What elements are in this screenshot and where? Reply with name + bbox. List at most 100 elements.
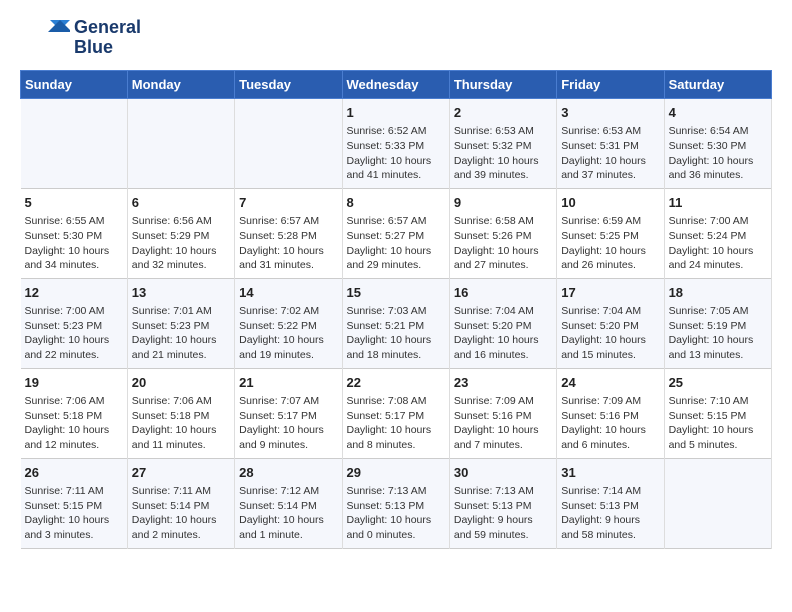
day-info: Sunrise: 7:06 AM Sunset: 5:18 PM Dayligh… [132,394,230,453]
calendar-cell: 25 Sunrise: 7:10 AM Sunset: 5:15 PM Dayli… [664,368,771,458]
day-info: Sunrise: 6:53 AM Sunset: 5:31 PM Dayligh… [561,124,659,183]
calendar-cell: 23 Sunrise: 7:09 AM Sunset: 5:16 PM Dayli… [449,368,556,458]
day-info: Sunrise: 7:06 AM Sunset: 5:18 PM Dayligh… [25,394,123,453]
day-info: Sunrise: 7:11 AM Sunset: 5:14 PM Dayligh… [132,484,230,543]
calendar-cell: 14 Sunrise: 7:02 AM Sunset: 5:22 PM Dayli… [235,278,342,368]
calendar-week-2: 5 Sunrise: 6:55 AM Sunset: 5:30 PM Daylig… [21,188,772,278]
day-number: 3 [561,104,659,122]
header-friday: Friday [557,71,664,99]
day-number: 8 [347,194,445,212]
logo-blue: Blue [74,38,141,58]
calendar-cell: 16 Sunrise: 7:04 AM Sunset: 5:20 PM Dayli… [449,278,556,368]
day-info: Sunrise: 7:13 AM Sunset: 5:13 PM Dayligh… [347,484,445,543]
header-wednesday: Wednesday [342,71,449,99]
calendar-week-5: 26Sunrise: 7:11 AM Sunset: 5:15 PM Dayli… [21,458,772,548]
calendar-cell: 6 Sunrise: 6:56 AM Sunset: 5:29 PM Daylig… [127,188,234,278]
calendar-cell: 27 Sunrise: 7:11 AM Sunset: 5:14 PM Dayli… [127,458,234,548]
logo-svg [20,16,70,60]
day-info: Sunrise: 6:58 AM Sunset: 5:26 PM Dayligh… [454,214,552,273]
calendar-cell: 30Sunrise: 7:13 AM Sunset: 5:13 PM Dayli… [449,458,556,548]
calendar-cell: 29 Sunrise: 7:13 AM Sunset: 5:13 PM Dayli… [342,458,449,548]
day-number: 2 [454,104,552,122]
day-info: Sunrise: 7:02 AM Sunset: 5:22 PM Dayligh… [239,304,337,363]
day-info: Sunrise: 7:09 AM Sunset: 5:16 PM Dayligh… [454,394,552,453]
day-number: 4 [669,104,767,122]
logo-general: General [74,18,141,38]
day-info: Sunrise: 6:57 AM Sunset: 5:27 PM Dayligh… [347,214,445,273]
day-info: Sunrise: 7:01 AM Sunset: 5:23 PM Dayligh… [132,304,230,363]
day-info: Sunrise: 7:04 AM Sunset: 5:20 PM Dayligh… [561,304,659,363]
calendar-cell: 15Sunrise: 7:03 AM Sunset: 5:21 PM Dayli… [342,278,449,368]
day-info: Sunrise: 7:00 AM Sunset: 5:24 PM Dayligh… [669,214,767,273]
calendar-cell: 19Sunrise: 7:06 AM Sunset: 5:18 PM Dayli… [21,368,128,458]
header-tuesday: Tuesday [235,71,342,99]
day-info: Sunrise: 6:56 AM Sunset: 5:29 PM Dayligh… [132,214,230,273]
page-header: GeneralBlue [20,16,772,60]
header-monday: Monday [127,71,234,99]
day-info: Sunrise: 7:04 AM Sunset: 5:20 PM Dayligh… [454,304,552,363]
day-number: 6 [132,194,230,212]
day-number: 26 [25,464,123,482]
calendar-week-1: 1 Sunrise: 6:52 AM Sunset: 5:33 PM Daylig… [21,99,772,189]
day-number: 29 [347,464,445,482]
header-sunday: Sunday [21,71,128,99]
day-info: Sunrise: 7:10 AM Sunset: 5:15 PM Dayligh… [669,394,767,453]
calendar-cell: 2 Sunrise: 6:53 AM Sunset: 5:32 PM Daylig… [449,99,556,189]
day-number: 17 [561,284,659,302]
calendar-header-row: SundayMondayTuesdayWednesdayThursdayFrid… [21,71,772,99]
calendar-cell [235,99,342,189]
calendar-cell: 1 Sunrise: 6:52 AM Sunset: 5:33 PM Daylig… [342,99,449,189]
day-info: Sunrise: 6:52 AM Sunset: 5:33 PM Dayligh… [347,124,445,183]
day-number: 1 [347,104,445,122]
day-number: 28 [239,464,337,482]
calendar-week-3: 12Sunrise: 7:00 AM Sunset: 5:23 PM Dayli… [21,278,772,368]
calendar-cell: 17 Sunrise: 7:04 AM Sunset: 5:20 PM Dayli… [557,278,664,368]
day-number: 14 [239,284,337,302]
calendar-cell: 8 Sunrise: 6:57 AM Sunset: 5:27 PM Daylig… [342,188,449,278]
day-number: 10 [561,194,659,212]
calendar-cell: 20 Sunrise: 7:06 AM Sunset: 5:18 PM Dayli… [127,368,234,458]
calendar-cell: 11 Sunrise: 7:00 AM Sunset: 5:24 PM Dayli… [664,188,771,278]
day-info: Sunrise: 6:53 AM Sunset: 5:32 PM Dayligh… [454,124,552,183]
day-info: Sunrise: 6:59 AM Sunset: 5:25 PM Dayligh… [561,214,659,273]
calendar-cell: 22Sunrise: 7:08 AM Sunset: 5:17 PM Dayli… [342,368,449,458]
calendar-table: SundayMondayTuesdayWednesdayThursdayFrid… [20,70,772,549]
day-number: 9 [454,194,552,212]
day-number: 27 [132,464,230,482]
logo: GeneralBlue [20,16,141,60]
calendar-cell [127,99,234,189]
day-info: Sunrise: 6:57 AM Sunset: 5:28 PM Dayligh… [239,214,337,273]
day-info: Sunrise: 7:07 AM Sunset: 5:17 PM Dayligh… [239,394,337,453]
calendar-cell: 24 Sunrise: 7:09 AM Sunset: 5:16 PM Dayli… [557,368,664,458]
calendar-cell: 13 Sunrise: 7:01 AM Sunset: 5:23 PM Dayli… [127,278,234,368]
day-number: 31 [561,464,659,482]
day-number: 24 [561,374,659,392]
header-thursday: Thursday [449,71,556,99]
day-info: Sunrise: 7:09 AM Sunset: 5:16 PM Dayligh… [561,394,659,453]
day-info: Sunrise: 6:55 AM Sunset: 5:30 PM Dayligh… [25,214,123,273]
day-number: 20 [132,374,230,392]
calendar-cell: 5 Sunrise: 6:55 AM Sunset: 5:30 PM Daylig… [21,188,128,278]
day-info: Sunrise: 7:05 AM Sunset: 5:19 PM Dayligh… [669,304,767,363]
calendar-cell: 3 Sunrise: 6:53 AM Sunset: 5:31 PM Daylig… [557,99,664,189]
calendar-cell: 26Sunrise: 7:11 AM Sunset: 5:15 PM Dayli… [21,458,128,548]
calendar-cell: 28 Sunrise: 7:12 AM Sunset: 5:14 PM Dayli… [235,458,342,548]
day-number: 21 [239,374,337,392]
calendar-cell: 10 Sunrise: 6:59 AM Sunset: 5:25 PM Dayli… [557,188,664,278]
day-info: Sunrise: 6:54 AM Sunset: 5:30 PM Dayligh… [669,124,767,183]
calendar-week-4: 19Sunrise: 7:06 AM Sunset: 5:18 PM Dayli… [21,368,772,458]
day-number: 18 [669,284,767,302]
day-number: 11 [669,194,767,212]
day-info: Sunrise: 7:13 AM Sunset: 5:13 PM Dayligh… [454,484,552,543]
calendar-cell [664,458,771,548]
day-info: Sunrise: 7:12 AM Sunset: 5:14 PM Dayligh… [239,484,337,543]
day-info: Sunrise: 7:03 AM Sunset: 5:21 PM Dayligh… [347,304,445,363]
day-number: 25 [669,374,767,392]
day-number: 23 [454,374,552,392]
calendar-cell: 12Sunrise: 7:00 AM Sunset: 5:23 PM Dayli… [21,278,128,368]
calendar-cell [21,99,128,189]
calendar-cell: 9 Sunrise: 6:58 AM Sunset: 5:26 PM Daylig… [449,188,556,278]
day-number: 5 [25,194,123,212]
day-number: 16 [454,284,552,302]
day-number: 13 [132,284,230,302]
